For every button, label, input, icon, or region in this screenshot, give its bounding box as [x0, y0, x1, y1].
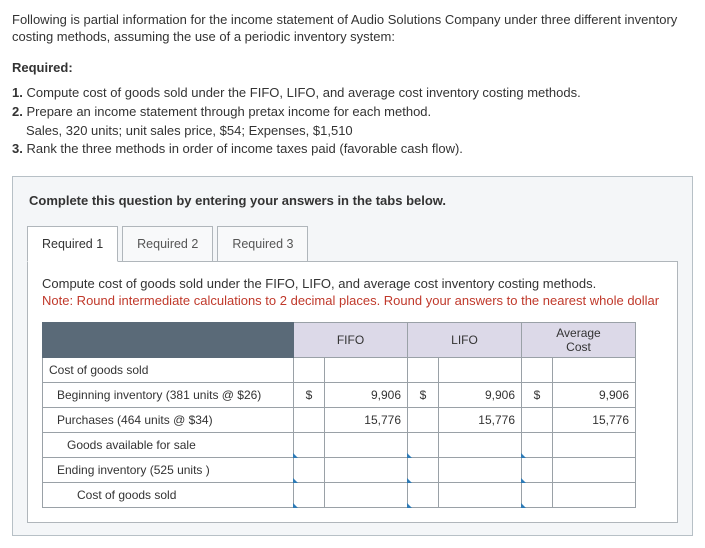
req-3-text: Rank the three methods in order of incom… [26, 141, 462, 156]
req-3-num: 3. [12, 141, 23, 156]
question-box: Complete this question by entering your … [12, 176, 693, 536]
table-row: Cost of goods sold [43, 358, 636, 383]
avg-line1: Average [556, 326, 600, 340]
req-2-text: Prepare an income statement through pret… [26, 104, 431, 119]
cell[interactable] [522, 433, 553, 458]
cell[interactable] [522, 483, 553, 508]
cell-beg-fifo[interactable]: 9,906 [325, 383, 408, 408]
tab-required-2[interactable]: Required 2 [122, 226, 213, 262]
requirement-2: 2. Prepare an income statement through p… [12, 104, 693, 121]
cell-currency[interactable]: $ [294, 383, 325, 408]
cell[interactable] [294, 483, 325, 508]
cell-currency[interactable]: $ [408, 383, 439, 408]
row-cogs: Cost of goods sold [43, 483, 294, 508]
cell[interactable] [325, 358, 408, 383]
cell[interactable] [553, 458, 636, 483]
cell[interactable] [439, 458, 522, 483]
requirement-2-sub: Sales, 320 units; unit sales price, $54;… [26, 123, 693, 140]
req-1-num: 1. [12, 85, 23, 100]
cell-pur-fifo[interactable]: 15,776 [325, 408, 408, 433]
requirement-3: 3. Rank the three methods in order of in… [12, 141, 693, 158]
table-row: Beginning inventory (381 units @ $26) $ … [43, 383, 636, 408]
cell[interactable] [439, 358, 522, 383]
intro-text: Following is partial information for the… [12, 12, 693, 46]
cell[interactable] [439, 483, 522, 508]
cell[interactable] [553, 483, 636, 508]
header-row: FIFO LIFO Average Cost [43, 323, 636, 358]
row-end-inv: Ending inventory (525 units ) [43, 458, 294, 483]
cell[interactable] [522, 458, 553, 483]
req-1-text: Compute cost of goods sold under the FIF… [26, 85, 580, 100]
table-row: Cost of goods sold [43, 483, 636, 508]
cell[interactable] [294, 458, 325, 483]
col-avg: Average Cost [522, 323, 636, 358]
tab-bar: Required 1 Required 2 Required 3 [27, 226, 678, 262]
panel-instruction: Compute cost of goods sold under the FIF… [42, 276, 663, 291]
cell[interactable] [294, 433, 325, 458]
cell[interactable] [553, 433, 636, 458]
cell[interactable] [408, 483, 439, 508]
cell-currency[interactable]: $ [522, 383, 553, 408]
cell[interactable] [294, 408, 325, 433]
row-cogs-header: Cost of goods sold [43, 358, 294, 383]
cell-pur-avg[interactable]: 15,776 [553, 408, 636, 433]
cell[interactable] [325, 483, 408, 508]
cogs-table: FIFO LIFO Average Cost Cost of goods sol… [42, 322, 636, 508]
cell-pur-lifo[interactable]: 15,776 [439, 408, 522, 433]
col-lifo: LIFO [408, 323, 522, 358]
cell[interactable] [408, 408, 439, 433]
table-row: Ending inventory (525 units ) [43, 458, 636, 483]
tab-required-3[interactable]: Required 3 [217, 226, 308, 262]
cell[interactable] [325, 433, 408, 458]
cell-beg-avg[interactable]: 9,906 [553, 383, 636, 408]
col-fifo: FIFO [294, 323, 408, 358]
requirements-list: 1. Compute cost of goods sold under the … [12, 85, 693, 159]
cell-beg-lifo[interactable]: 9,906 [439, 383, 522, 408]
corner-cell [43, 323, 294, 358]
cell[interactable] [439, 433, 522, 458]
cell[interactable] [325, 458, 408, 483]
panel-note: Note: Round intermediate calculations to… [42, 293, 663, 308]
table-row: Purchases (464 units @ $34) 15,776 15,77… [43, 408, 636, 433]
cell[interactable] [408, 358, 439, 383]
row-beg-inv: Beginning inventory (381 units @ $26) [43, 383, 294, 408]
required-heading: Required: [12, 60, 693, 75]
avg-line2: Cost [566, 340, 591, 354]
complete-banner: Complete this question by entering your … [27, 189, 678, 226]
table-row: Goods available for sale [43, 433, 636, 458]
cell[interactable] [522, 358, 553, 383]
tab-panel: Compute cost of goods sold under the FIF… [27, 261, 678, 523]
req-2-num: 2. [12, 104, 23, 119]
cell[interactable] [294, 358, 325, 383]
cell[interactable] [522, 408, 553, 433]
row-purchases: Purchases (464 units @ $34) [43, 408, 294, 433]
row-gafs: Goods available for sale [43, 433, 294, 458]
cell[interactable] [553, 358, 636, 383]
requirement-1: 1. Compute cost of goods sold under the … [12, 85, 693, 102]
cell[interactable] [408, 458, 439, 483]
tab-required-1[interactable]: Required 1 [27, 226, 118, 262]
cell[interactable] [408, 433, 439, 458]
